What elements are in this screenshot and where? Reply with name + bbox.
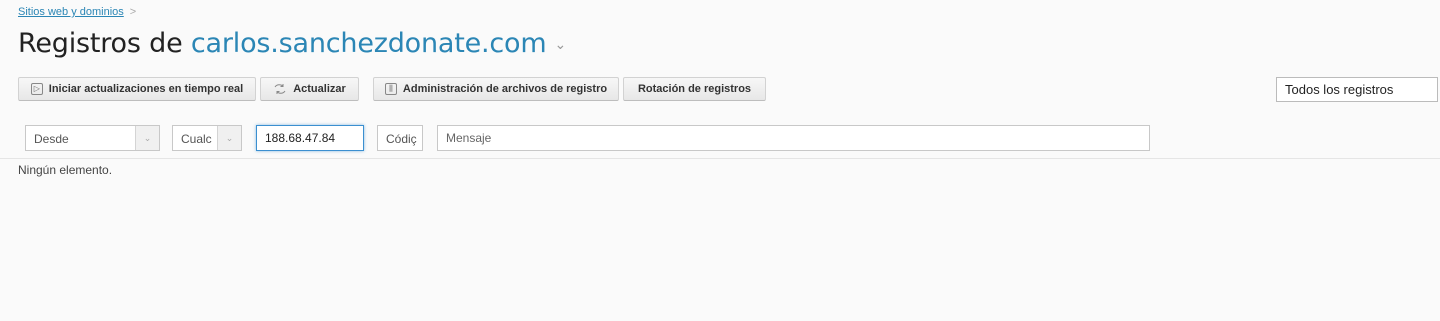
filter-message-input[interactable]: [437, 125, 1150, 151]
filter-from-value: Desde: [34, 132, 69, 146]
divider: [0, 158, 1440, 159]
ip-field[interactable]: [257, 126, 363, 150]
breadcrumb-separator: >: [129, 6, 137, 18]
filter-type-select[interactable]: Cualc ⌄: [172, 125, 242, 151]
breadcrumb: Sitios web y dominios >: [18, 6, 136, 18]
manage-log-files-label: Administración de archivos de registro: [402, 83, 608, 95]
page-title-prefix: Registros de: [18, 28, 191, 59]
start-realtime-button[interactable]: ▷ Iniciar actualizaciones en tiempo real: [18, 77, 256, 101]
page-title: Registros de carlos.sanchezdonate.com ⌄: [18, 28, 566, 59]
chevron-down-icon: ⌄: [135, 126, 159, 150]
filter-code-input[interactable]: Códiç: [377, 125, 423, 151]
filter-ip-input[interactable]: [256, 125, 364, 151]
refresh-icon: [273, 83, 287, 95]
empty-state-text: Ningún elemento.: [18, 163, 113, 177]
refresh-button[interactable]: Actualizar: [260, 77, 359, 101]
log-files-icon: ⫼: [384, 83, 397, 95]
message-field[interactable]: [438, 126, 1149, 150]
log-rotation-button[interactable]: Rotación de registros: [623, 77, 766, 101]
play-icon: ▷: [30, 83, 43, 95]
filter-code-placeholder: Códiç: [386, 132, 417, 146]
filter-from-select[interactable]: Desde ⌄: [25, 125, 160, 151]
manage-log-files-button[interactable]: ⫼ Administración de archivos de registro: [373, 77, 619, 101]
breadcrumb-link-sites[interactable]: Sitios web y dominios: [18, 6, 124, 18]
log-rotation-label: Rotación de registros: [637, 83, 752, 95]
chevron-down-icon[interactable]: ⌄: [554, 37, 566, 53]
chevron-down-icon: ⌄: [217, 126, 241, 150]
refresh-label: Actualizar: [293, 83, 346, 95]
domain-switcher[interactable]: carlos.sanchezdonate.com: [191, 28, 547, 59]
log-source-value: Todos los registros: [1285, 82, 1394, 97]
log-source-select[interactable]: Todos los registros: [1276, 77, 1438, 102]
start-realtime-label: Iniciar actualizaciones en tiempo real: [48, 83, 244, 95]
filter-type-value: Cualc: [181, 132, 212, 146]
